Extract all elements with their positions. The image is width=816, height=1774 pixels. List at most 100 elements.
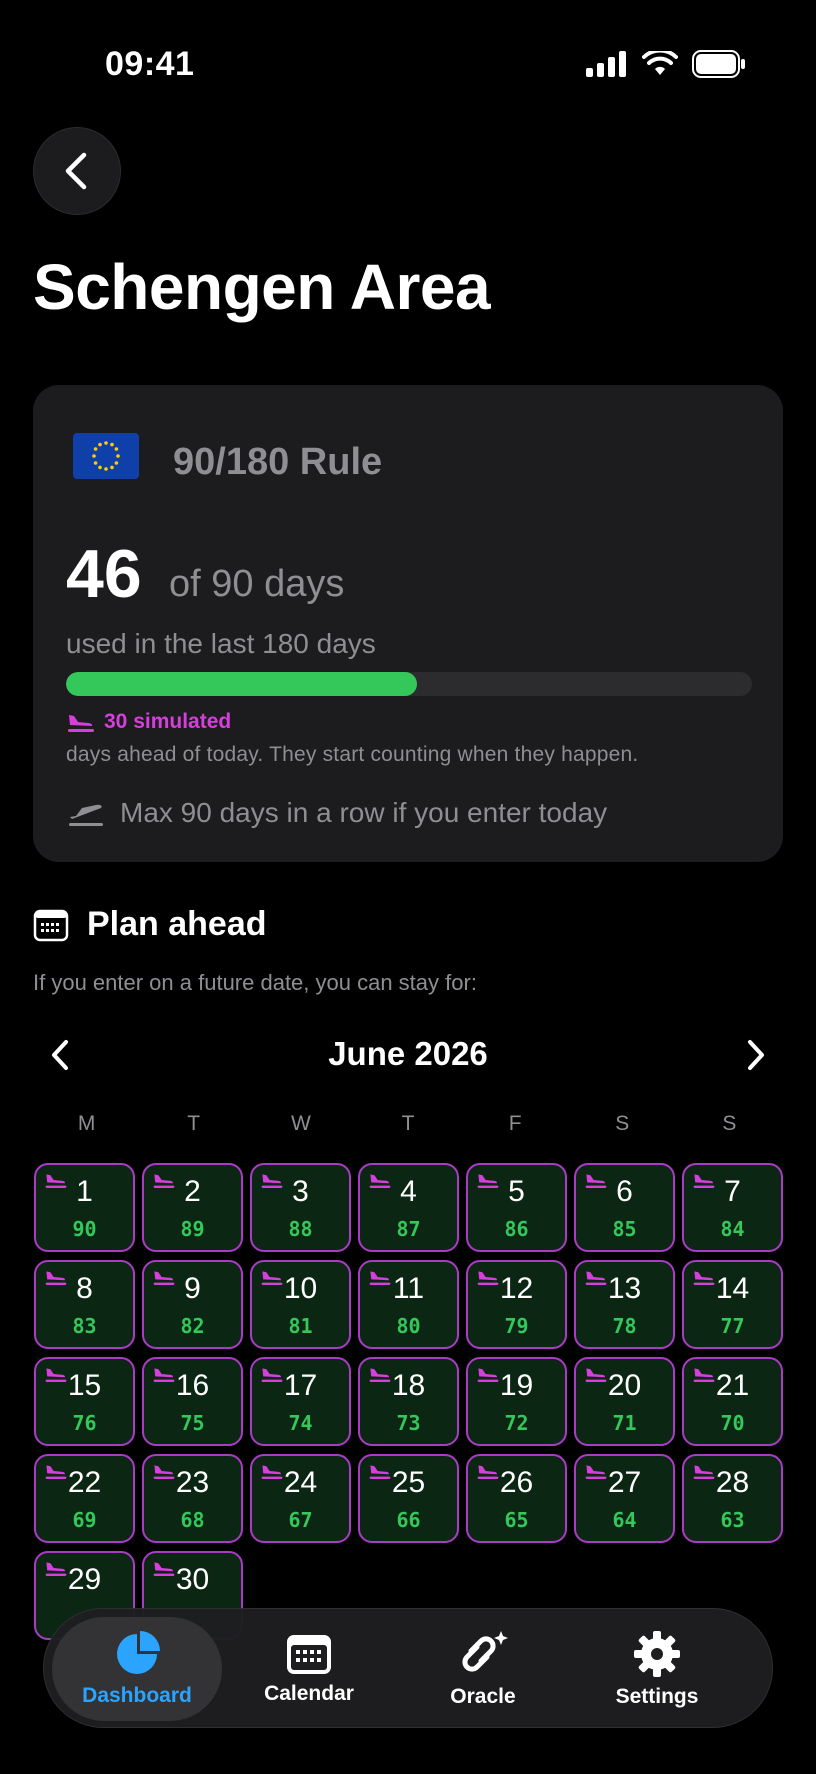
weekday-header: M T W T F S S [33,1112,783,1136]
calendar-day-number: 19 [499,1369,534,1402]
calendar-day-cell[interactable]: 20 71 [574,1357,675,1446]
weekday-label: T [187,1112,201,1135]
calendar-day-number: 16 [175,1369,210,1402]
calendar-day-cell[interactable]: 28 63 [682,1454,783,1543]
usage-progress-bar [66,672,752,696]
calendar-day-cell[interactable]: 6 85 [574,1163,675,1252]
calendar-day-cell[interactable]: 2 89 [142,1163,243,1252]
days-remaining-value: 85 [612,1217,637,1241]
calendar-day-number: 9 [184,1272,201,1305]
calendar-day-cell[interactable]: 19 72 [466,1357,567,1446]
chevron-left-icon [65,152,87,190]
days-used-value: 46 [66,536,142,612]
days-remaining-value: 77 [720,1314,745,1338]
days-remaining-value: 70 [720,1411,745,1435]
days-remaining-value: 72 [504,1411,529,1435]
calendar-day-cell[interactable]: 25 66 [358,1454,459,1543]
calendar-day-number: 4 [400,1175,417,1208]
eu-flag-icon [73,433,139,479]
days-remaining-value: 66 [396,1508,421,1532]
calendar-day-cell[interactable]: 1 90 [34,1163,135,1252]
tab-label: Dashboard [82,1684,192,1707]
tab-oracle[interactable]: Oracle [398,1617,568,1721]
calendar-day-cell[interactable]: 8 83 [34,1260,135,1349]
plane-landing-icon [68,715,94,732]
calendar-day-number: 12 [499,1272,534,1305]
days-remaining-value: 73 [396,1411,421,1435]
max-stay-text: Max 90 days in a row if you enter today [120,797,608,828]
status-time: 09:41 [105,45,195,83]
days-remaining-value: 82 [180,1314,205,1338]
calendar-icon [33,909,69,941]
calendar-day-cell[interactable]: 13 78 [574,1260,675,1349]
calendar-day-cell[interactable]: 12 79 [466,1260,567,1349]
pie-chart-icon [117,1631,160,1674]
calendar-day-number: 18 [391,1369,426,1402]
calendar-day-number: 6 [616,1175,633,1208]
calendar-day-cell[interactable]: 23 68 [142,1454,243,1543]
weekday-label: M [77,1112,96,1135]
days-remaining-value: 68 [180,1508,205,1532]
tab-label: Calendar [264,1682,354,1705]
calendar-day-cell[interactable]: 3 88 [250,1163,351,1252]
days-remaining-value: 64 [612,1508,637,1532]
days-remaining-value: 83 [72,1314,97,1338]
calendar-day-cell[interactable]: 24 67 [250,1454,351,1543]
calendar-day-number: 24 [283,1466,318,1499]
calendar-day-cell[interactable]: 10 81 [250,1260,351,1349]
calendar-day-cell[interactable]: 5 86 [466,1163,567,1252]
back-button[interactable] [33,127,121,215]
month-navigator: June 2026 [33,1035,783,1075]
days-remaining-value: 87 [396,1217,421,1241]
days-remaining-value: 74 [288,1411,313,1435]
days-remaining-value: 65 [504,1508,529,1532]
calendar-day-number: 25 [391,1466,426,1499]
used-caption: used in the last 180 days [66,628,376,659]
calendar-day-number: 23 [175,1466,210,1499]
calendar-day-number: 15 [67,1369,102,1402]
calendar-day-cell[interactable]: 14 77 [682,1260,783,1349]
calendar-day-cell[interactable]: 16 75 [142,1357,243,1446]
days-remaining-value: 63 [720,1508,745,1532]
tab-dashboard[interactable]: Dashboard [52,1617,222,1721]
calendar-day-cell[interactable]: 26 65 [466,1454,567,1543]
calendar-day-cell[interactable]: 15 76 [34,1357,135,1446]
calendar-day-cell[interactable]: 11 80 [358,1260,459,1349]
page-title: Schengen Area [33,251,491,323]
plan-ahead-title: Plan ahead [87,905,267,943]
calendar-day-number: 8 [76,1272,93,1305]
plan-ahead-subtitle: If you enter on a future date, you can s… [33,970,477,995]
oracle-sparkle-icon [462,1631,508,1672]
calendar-day-cell[interactable]: 17 74 [250,1357,351,1446]
days-remaining-value: 86 [504,1217,529,1241]
simulated-label: 30 simulated [104,710,232,733]
days-remaining-value: 79 [504,1314,529,1338]
calendar-day-cell[interactable]: 21 70 [682,1357,783,1446]
simulated-caption: days ahead of today. They start counting… [66,743,639,766]
tab-label: Settings [615,1685,699,1708]
calendar-day-number: 1 [76,1175,93,1208]
calendar-day-cell[interactable]: 4 87 [358,1163,459,1252]
weekday-label: S [722,1112,737,1135]
simulated-row: 30 simulated [66,710,231,734]
weekday-label: F [508,1112,522,1135]
calendar-day-cell[interactable]: 27 64 [574,1454,675,1543]
calendar-day-cell[interactable]: 18 73 [358,1357,459,1446]
tab-calendar[interactable]: Calendar [224,1617,394,1721]
usage-progress-fill [66,672,417,696]
tab-bar: Dashboard Calendar Oracle Settings [43,1608,773,1728]
days-remaining-value: 80 [396,1314,421,1338]
calendar-day-cell[interactable]: 7 84 [682,1163,783,1252]
days-remaining-value: 76 [72,1411,97,1435]
calendar-day-cell[interactable]: 9 82 [142,1260,243,1349]
calendar-day-cell[interactable]: 22 69 [34,1454,135,1543]
days-remaining-value: 67 [288,1508,313,1532]
days-remaining-value: 78 [612,1314,637,1338]
tab-settings[interactable]: Settings [572,1617,742,1721]
calendar-day-number: 21 [715,1369,750,1402]
weekday-label: S [615,1112,630,1135]
battery-icon [692,50,745,78]
days-remaining-value: 88 [288,1217,313,1241]
chevron-right-icon [748,1040,764,1070]
next-month-button[interactable] [745,1039,767,1076]
